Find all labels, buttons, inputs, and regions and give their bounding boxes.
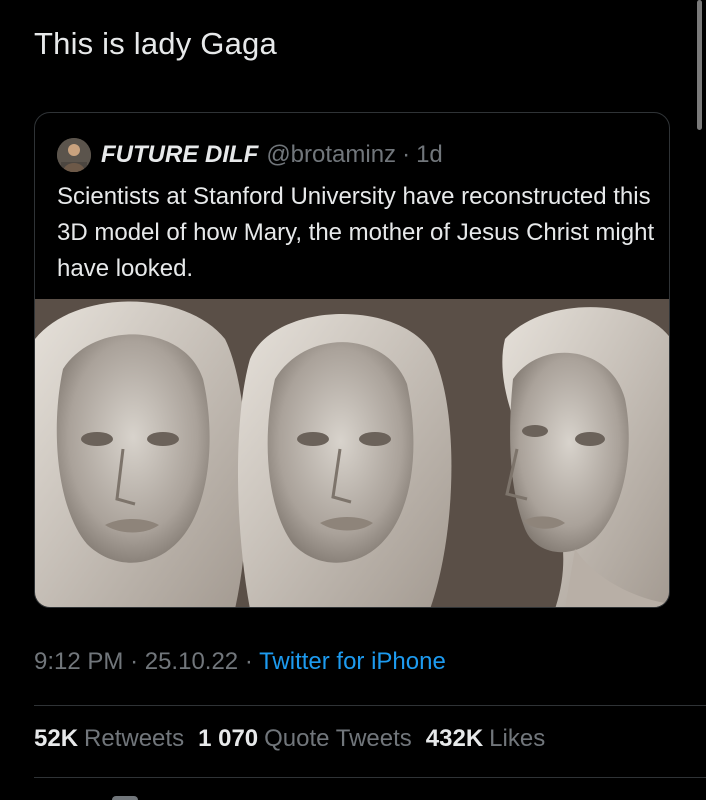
- quoted-tweet-text: Scientists at Stanford University have r…: [57, 183, 655, 282]
- divider-bottom: [34, 777, 706, 778]
- meta-separator: ·: [130, 648, 139, 675]
- meta-separator-2: ·: [244, 648, 253, 675]
- scrollbar[interactable]: [697, 0, 702, 130]
- sculpture-head-2: [238, 314, 452, 607]
- tweet-text: This is lady Gaga: [34, 26, 277, 61]
- quoted-tweet-time[interactable]: 1d: [416, 141, 443, 169]
- retweets-count: 52K: [34, 725, 79, 752]
- likes-stat[interactable]: 432K Likes: [426, 725, 545, 753]
- quote-tweets-label: Quote Tweets: [264, 725, 412, 752]
- header-separator: ·: [402, 141, 411, 168]
- likes-label: Likes: [489, 725, 546, 752]
- tweet-stats: 52K Retweets 1 070 Quote Tweets 432K Likes: [34, 725, 559, 753]
- avatar[interactable]: [57, 138, 91, 172]
- likes-count: 432K: [425, 725, 484, 752]
- quoted-author-name[interactable]: FUTURE DILF: [101, 141, 258, 169]
- tweet-time[interactable]: 9:12 PM: [34, 648, 123, 675]
- sculpture-head-1: [35, 301, 248, 607]
- reply-icon[interactable]: [112, 796, 138, 800]
- retweets-label: Retweets: [84, 725, 185, 752]
- retweets-stat[interactable]: 52K Retweets: [34, 725, 184, 753]
- tweet-date[interactable]: 25.10.22: [145, 648, 238, 675]
- quoted-tweet-media[interactable]: [35, 299, 670, 608]
- quote-tweets-count: 1 070: [198, 725, 259, 752]
- quote-tweets-stat[interactable]: 1 070 Quote Tweets: [198, 725, 412, 753]
- tweet-source-link[interactable]: Twitter for iPhone: [259, 648, 446, 675]
- divider-top: [34, 705, 706, 706]
- tweet-meta: 9:12 PM · 25.10.22 · Twitter for iPhone: [34, 648, 446, 676]
- quoted-author-handle[interactable]: @brotaminz: [266, 141, 396, 169]
- avatar-image: [57, 138, 91, 172]
- quoted-tweet-card[interactable]: FUTURE DILF @brotaminz · 1d Scientists a…: [34, 112, 670, 608]
- quoted-tweet-header: FUTURE DILF @brotaminz · 1d: [57, 137, 443, 173]
